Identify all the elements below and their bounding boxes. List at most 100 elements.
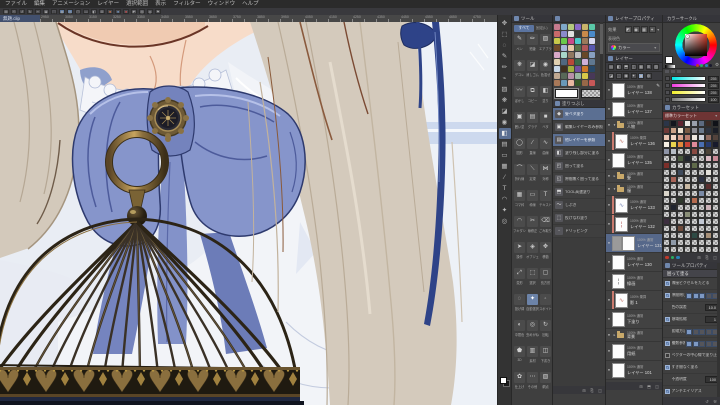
swatch-cell[interactable]	[677, 162, 684, 169]
add-subtool-icon[interactable]: ⊞	[581, 388, 587, 393]
swatch-cell[interactable]	[705, 246, 712, 253]
swatch-cell[interactable]	[712, 197, 719, 204]
tool-tile[interactable]: ⬟ 3D	[513, 346, 526, 371]
effect-button[interactable]: ▦	[640, 26, 648, 33]
layer-thumbnail[interactable]: ¦	[615, 216, 628, 232]
brush-thumbnail[interactable]	[575, 24, 581, 30]
tool-tile[interactable]: ◐ 中間色	[513, 320, 526, 345]
brush-thumbnail[interactable]	[568, 66, 574, 72]
brush-thumbnail[interactable]	[568, 73, 574, 79]
swatch-cell[interactable]	[712, 155, 719, 162]
swatch-cell[interactable]	[712, 246, 719, 253]
swatch-cell[interactable]	[691, 162, 698, 169]
layer-thumbnail[interactable]	[612, 82, 625, 98]
layer-thumbnail[interactable]	[612, 343, 625, 359]
wheel-current-color[interactable]	[665, 56, 673, 64]
layers-toolbar-icon[interactable]: ◉	[623, 73, 629, 79]
layers-panel-tab[interactable]: レイヤー	[606, 55, 662, 63]
swatch-cell[interactable]	[691, 120, 698, 127]
swatch-cell[interactable]	[698, 148, 705, 155]
segment-button[interactable]	[692, 292, 699, 299]
layer-row[interactable]: ● 100% 通常 レイヤー 101	[606, 361, 662, 380]
swatch-cell[interactable]	[712, 190, 719, 197]
new-layer-icon[interactable]: ⊞	[638, 384, 644, 389]
swatch-cell[interactable]	[698, 141, 705, 148]
delete-subtool-icon[interactable]: ◫	[597, 388, 603, 393]
tool-tile[interactable]: 〰ぼかし	[513, 86, 526, 111]
swatch-cell[interactable]	[698, 127, 705, 134]
swatch-cell[interactable]	[705, 197, 712, 204]
layer-row[interactable]: ● ∿ 100% 乗算 レイヤー 136	[606, 132, 662, 151]
color-slider-bar[interactable]	[671, 76, 706, 81]
layers-toolbar-icon[interactable]: ◧	[615, 64, 622, 70]
swatch-cell[interactable]	[670, 190, 677, 197]
tool-property-row[interactable]: 拡縮方法	[663, 326, 720, 338]
swatch-cell[interactable]	[677, 204, 684, 211]
layer-mask-thumbnail[interactable]	[612, 235, 622, 251]
swatch-cell[interactable]	[663, 204, 670, 211]
swatch-cell[interactable]	[670, 225, 677, 232]
brush-thumbnail[interactable]	[575, 66, 581, 72]
swatch-cell[interactable]	[691, 246, 698, 253]
swatch-cell[interactable]	[705, 134, 712, 141]
brush-thumbnail[interactable]	[554, 45, 560, 51]
swatch-cell[interactable]	[698, 120, 705, 127]
swatch-cell[interactable]	[705, 141, 712, 148]
swatch-cell[interactable]	[712, 211, 719, 218]
tool-property-row[interactable]: ✓隙間閉じ	[663, 290, 720, 302]
swatch-cell[interactable]	[712, 176, 719, 183]
swatch-cell[interactable]	[670, 239, 677, 246]
swatch-cell[interactable]	[691, 197, 698, 204]
brush-thumbnail[interactable]	[561, 24, 567, 30]
swatch-cell[interactable]	[663, 120, 670, 127]
brush-thumbnail[interactable]	[554, 66, 560, 72]
swatch-cell[interactable]	[705, 211, 712, 218]
tool-tile[interactable]: ◧ 塗り	[539, 86, 552, 111]
command-icon[interactable]: ▭	[83, 9, 89, 14]
replace-swatch-icon[interactable]: ⎘	[704, 255, 710, 260]
quick-color-dot[interactable]	[700, 64, 703, 67]
layer-folder-row[interactable]: ● ▾ 100% 通常 人物	[606, 119, 662, 132]
brush-panel-tab[interactable]	[553, 15, 605, 23]
lasso-tool-icon[interactable]: ◌	[499, 40, 511, 51]
brush-thumbnail[interactable]	[554, 52, 560, 58]
zoom-tool-icon[interactable]: ◎	[499, 216, 511, 227]
swatch-cell[interactable]	[663, 162, 670, 169]
swatch-cell[interactable]	[712, 127, 719, 134]
command-icon[interactable]: ◫	[75, 9, 81, 14]
swatch-cell[interactable]	[705, 239, 712, 246]
swatch-cell[interactable]	[691, 176, 698, 183]
swatch-cell[interactable]	[677, 169, 684, 176]
airbrush-tool-icon[interactable]: ▨	[499, 84, 511, 95]
tool-tile[interactable]: ⬚ 選択	[526, 268, 539, 293]
swatch-cell[interactable]	[712, 183, 719, 190]
tool-tile[interactable]: ▭ 枠線	[526, 190, 539, 215]
brush-thumbnail[interactable]	[589, 80, 595, 86]
layers-toolbar-icon[interactable]: ▦	[638, 64, 644, 70]
tool-tile[interactable]: ➤ 操作	[513, 242, 526, 267]
swatch-cell[interactable]	[691, 225, 698, 232]
swatch-cell[interactable]	[684, 169, 691, 176]
document-tab[interactable]: 無題.clip	[0, 15, 40, 22]
layer-thumbnail[interactable]	[612, 254, 625, 270]
swatch-cell[interactable]	[663, 211, 670, 218]
swatch-cell[interactable]	[663, 127, 670, 134]
layer-thumbnail[interactable]: ∿	[615, 292, 628, 308]
tool-tile[interactable]: ◎ 虫めがね	[526, 320, 539, 345]
swatch-cell[interactable]	[705, 232, 712, 239]
layer-row[interactable]: ● 100% 通常 用紙	[606, 342, 662, 361]
swatch-cell[interactable]	[670, 134, 677, 141]
swatch-cell[interactable]	[691, 127, 698, 134]
tool-tile[interactable]: ▦ コマ枠	[513, 190, 526, 215]
brush-thumbnail[interactable]	[575, 73, 581, 79]
layer-property-tab[interactable]: レイヤープロパティ	[606, 15, 662, 23]
tool-tile[interactable]: ∿ 曲線	[539, 138, 552, 163]
swatch-cell[interactable]	[663, 190, 670, 197]
swatch-cell[interactable]	[677, 148, 684, 155]
subtool-item[interactable]: ⬚ 投げなわ塗り	[553, 212, 605, 225]
add-swatch-icon[interactable]: ⊞	[696, 255, 702, 260]
tool-property-row[interactable]: ✓ 隣接ピクセルをたどる	[663, 278, 720, 290]
command-icon[interactable]: ▤	[3, 9, 9, 14]
color-slider-value[interactable]: 255	[707, 82, 719, 89]
fg-bg-color-chips[interactable]	[500, 377, 510, 387]
